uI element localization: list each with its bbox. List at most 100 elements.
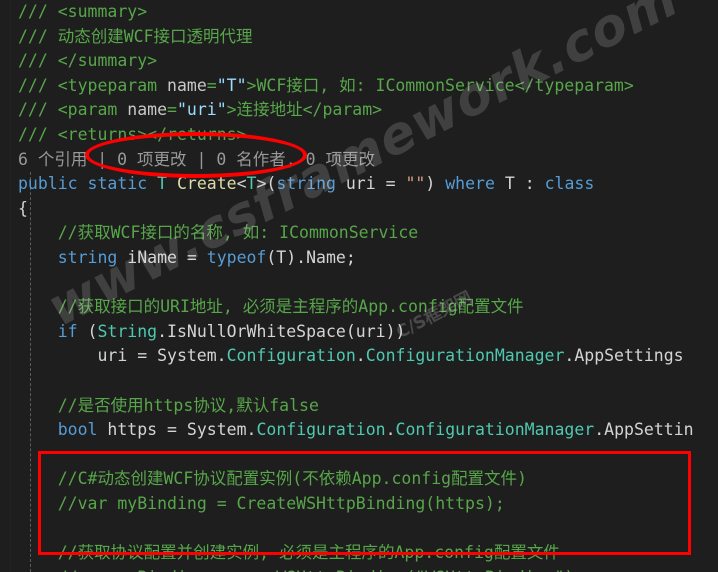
code-token: ( — [77, 321, 98, 341]
code-token: ) — [425, 174, 446, 194]
code-line[interactable]: /// <returns></returns> — [0, 123, 718, 148]
code-token: Configuration — [226, 346, 356, 366]
code-token: = — [167, 100, 177, 120]
code-token: class — [544, 174, 595, 194]
code-line[interactable]: /// </summary> — [0, 49, 718, 74]
code-token: . — [385, 420, 396, 440]
code-token: /// — [18, 51, 58, 71]
code-line[interactable] — [0, 443, 718, 468]
code-line[interactable] — [0, 271, 718, 296]
code-token: name — [127, 100, 168, 120]
code-line[interactable]: //是否使用https协议,默认false — [0, 394, 718, 419]
code-token: /// — [18, 2, 58, 21]
code-token: //获取WCF接口的名称, 如: ICommonService — [57, 223, 419, 243]
code-token: string — [276, 174, 336, 194]
code-line[interactable]: //获取WCF接口的名称, 如: ICommonService — [0, 221, 718, 246]
code-line[interactable]: //获取协议配置并创建实例, 必须是主程序的App.config配置文件 — [0, 541, 718, 566]
code-content[interactable]: /// <summary>/// 动态创建WCF接口透明代理/// </summ… — [0, 0, 718, 572]
code-token: ConfigurationManager — [365, 346, 565, 366]
code-token: </typeparam> — [514, 75, 634, 95]
code-token: Create — [176, 174, 237, 194]
code-token: "uri" — [176, 100, 227, 120]
code-token: ConfigurationManager — [395, 420, 595, 440]
code-token: string — [57, 247, 118, 267]
code-token: typeof — [206, 247, 267, 267]
code-line[interactable]: bool https = System.Configuration.Config… — [0, 418, 718, 443]
code-token: <typeparam — [57, 75, 168, 95]
code-token: if — [57, 321, 78, 341]
code-token: String — [97, 321, 158, 341]
codelens-line[interactable]: 6 个引用 | 0 项更改 | 0 名作者, 0 项更改 — [0, 148, 718, 173]
code-token: /// — [18, 100, 58, 120]
code-token: 连接地址 — [236, 100, 303, 120]
code-token: uri = — [335, 174, 406, 194]
code-line[interactable]: string iName = typeof(T).Name; — [0, 246, 718, 271]
code-line[interactable]: /// <summary> — [0, 0, 718, 25]
code-token: Configuration — [256, 420, 386, 440]
code-token: iName = — [117, 247, 207, 267]
code-token: bool — [57, 420, 98, 440]
code-line[interactable]: uri = System.Configuration.Configuration… — [0, 344, 718, 369]
code-token: T — [157, 174, 168, 194]
code-token: static — [87, 174, 148, 194]
code-token: /// — [18, 75, 58, 95]
code-token: name — [167, 75, 207, 95]
code-token: 6 个引用 | 0 项更改 | 0 名作者, 0 项更改 — [18, 149, 375, 169]
code-token: > — [246, 75, 257, 95]
code-token: <param — [57, 100, 128, 120]
code-token: > — [226, 100, 237, 120]
code-token: . — [355, 346, 366, 366]
code-token: >( — [256, 174, 277, 194]
code-token: = — [206, 75, 217, 95]
code-line[interactable]: public static T Create<T>(string uri = "… — [0, 172, 718, 197]
code-token: < — [236, 174, 247, 194]
code-token: (T).Name; — [266, 247, 356, 267]
code-token: { — [18, 198, 28, 218]
code-line[interactable]: //获取接口的URI地址, 必须是主程序的App.config配置文件 — [0, 295, 718, 320]
code-token: //var myBinding = new WSHttpBinding("WSH… — [58, 568, 585, 572]
code-token: /// — [18, 124, 58, 144]
code-token: 动态创建WCF接口透明代理 — [57, 26, 253, 46]
code-token: //获取协议配置并创建实例, 必须是主程序的App.config配置文件 — [57, 543, 560, 563]
code-token: /// — [18, 26, 58, 46]
code-token: public — [18, 174, 78, 194]
code-token: .IsNullOrWhiteSpace(uri)) — [157, 321, 406, 341]
code-line[interactable]: //C#动态创建WCF协议配置实例(不依赖App.config配置文件) — [0, 467, 718, 492]
code-token: </param> — [302, 100, 383, 120]
code-token: //var myBinding = CreateWSHttpBinding(ht… — [57, 493, 505, 513]
code-line[interactable] — [0, 516, 718, 541]
code-line[interactable]: /// <param name="uri">连接地址</param> — [0, 98, 718, 123]
code-token: </summary> — [57, 51, 158, 71]
code-line[interactable]: //var myBinding = new WSHttpBinding("WSH… — [0, 566, 718, 572]
code-token: WCF接口, 如: ICommonService — [256, 75, 515, 95]
code-token: T — [246, 174, 257, 194]
code-token: <summary> — [57, 2, 148, 21]
code-token: T : — [494, 174, 545, 194]
code-line[interactable]: { — [0, 197, 718, 222]
code-token: //是否使用https协议,默认false — [57, 395, 319, 415]
code-line[interactable]: /// 动态创建WCF接口透明代理 — [0, 25, 718, 50]
code-token: uri = System. — [18, 346, 227, 366]
code-token: .AppSettings — [564, 346, 684, 366]
code-line[interactable]: if (String.IsNullOrWhiteSpace(uri)) — [0, 320, 718, 345]
code-editor-screenshot: /// <summary>/// 动态创建WCF接口透明代理/// </summ… — [0, 0, 718, 572]
code-token: //C#动态创建WCF协议配置实例(不依赖App.config配置文件) — [57, 469, 527, 489]
code-line[interactable]: //var myBinding = CreateWSHttpBinding(ht… — [0, 492, 718, 517]
code-line[interactable] — [0, 369, 718, 394]
code-token: <returns></returns> — [57, 124, 247, 144]
code-line[interactable]: /// <typeparam name="T">WCF接口, 如: ICommo… — [0, 74, 718, 99]
code-token: //获取接口的URI地址, 必须是主程序的App.config配置文件 — [57, 297, 524, 317]
